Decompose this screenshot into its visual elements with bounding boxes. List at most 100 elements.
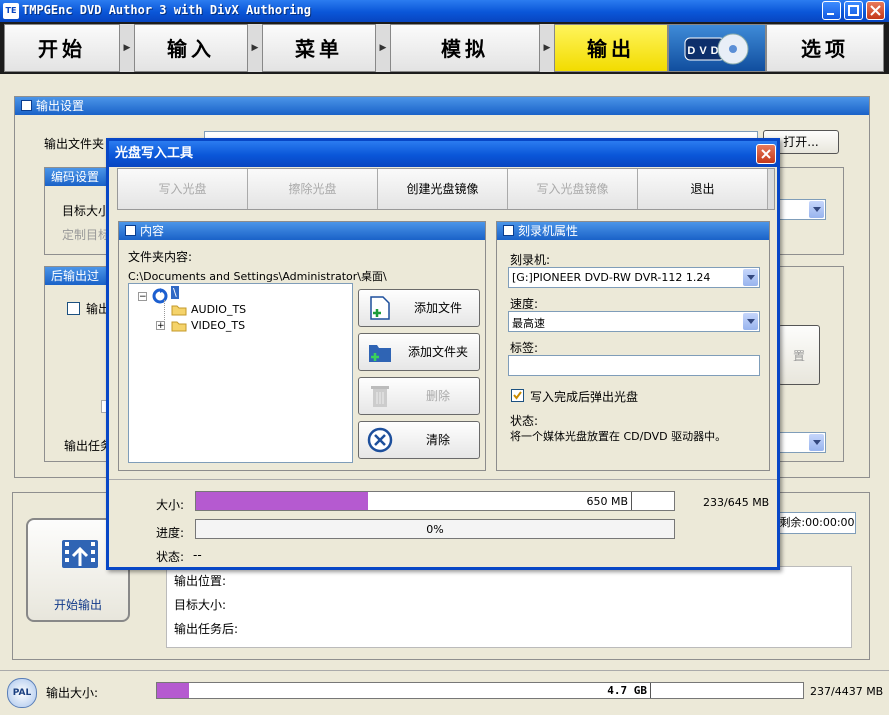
disc-writer-dialog: 光盘写入工具 写入光盘 擦除光盘 创建光盘镜像 写入光盘镜像 退出 内容 文件夹…	[106, 138, 780, 570]
content-title: 内容	[119, 222, 485, 240]
folder-icon	[171, 305, 187, 316]
encode-settings-title: 编码设置	[45, 168, 111, 186]
target-size-combo[interactable]	[776, 199, 826, 220]
dialog-title: 光盘写入工具	[109, 141, 777, 167]
add-file-label: 添加文件	[413, 301, 462, 315]
write-image-button[interactable]: 写入光盘镜像	[508, 169, 638, 209]
settings-button[interactable]: 置	[778, 325, 820, 385]
size-capacity-label: 650 MB	[586, 495, 628, 508]
output-task-combo[interactable]	[776, 432, 826, 453]
add-file-button[interactable]: 添加文件	[358, 289, 480, 327]
total-mb-label: 237/4437 MB	[810, 685, 884, 698]
burner-select[interactable]: [G:]PIONEER DVD-RW DVR-112 1.24	[508, 267, 760, 288]
burner-label: 刻录机:	[510, 253, 551, 267]
output-task-label: 输出任务	[64, 439, 113, 453]
eject-label: 写入完成后弹出光盘	[530, 390, 639, 404]
folder-icon	[171, 321, 187, 332]
window-title: TMPGEnc DVD Author 3 with DivX Authoring	[22, 3, 311, 17]
burner-dropdown-icon[interactable]	[743, 269, 758, 286]
minimize-icon	[827, 13, 834, 15]
close-icon	[761, 149, 771, 159]
tree-root[interactable]: \	[171, 286, 179, 299]
tree-collapse-icon[interactable]: −	[138, 292, 147, 302]
progress-bar: 0%	[195, 519, 675, 539]
folder-tree[interactable]: − \ AUDIO_TS + VIDEO_TS	[128, 283, 353, 463]
total-size-bar: 4.7 GB	[156, 682, 804, 699]
eject-checkbox[interactable]	[511, 389, 524, 402]
step-options[interactable]: 选项	[766, 24, 884, 72]
create-image-button[interactable]: 创建光盘镜像	[378, 169, 508, 209]
delete-label: 删除	[425, 389, 450, 403]
speed-select[interactable]: 最高速	[508, 311, 760, 332]
tree-expand-icon[interactable]: +	[156, 321, 165, 331]
start-output-label: 开始输出	[53, 598, 102, 612]
remaining-time: 剩余:00:00:00	[778, 512, 856, 534]
tree-item-video-ts[interactable]: VIDEO_TS	[191, 319, 245, 332]
step-preview[interactable]: 模拟	[390, 24, 540, 72]
step-input[interactable]: 输入	[134, 24, 248, 72]
film-output-icon	[62, 540, 98, 568]
trash-icon	[371, 386, 389, 407]
size-mb-label: 233/645 MB	[703, 496, 770, 509]
delete-button[interactable]: 删除	[358, 377, 480, 415]
close-button[interactable]	[866, 1, 885, 20]
folder-path: C:\Documents and Settings\Administrator\…	[128, 270, 387, 283]
pal-badge: PAL	[7, 678, 37, 708]
add-file-icon	[370, 296, 390, 320]
size-label: 大小:	[156, 498, 185, 512]
burner-status-text: 将一个媒体光盘放置在 CD/DVD 驱动器中。	[510, 430, 727, 443]
step-arrow-icon: ▶	[120, 24, 134, 72]
post-output-title: 后输出过	[45, 267, 111, 285]
progress-label: 进度:	[156, 526, 185, 540]
minimize-button[interactable]	[822, 1, 841, 20]
folder-content-label: 文件夹内容:	[128, 250, 193, 264]
divider	[109, 479, 777, 480]
add-folder-button[interactable]: 添加文件夹	[358, 333, 480, 371]
burner-value: [G:]PIONEER DVD-RW DVR-112 1.24	[512, 271, 711, 284]
speed-dropdown-icon[interactable]	[743, 313, 758, 330]
maximize-button[interactable]	[844, 1, 863, 20]
step-arrow-icon: ▶	[376, 24, 390, 72]
checkmark-icon	[513, 391, 522, 400]
target-size-label: 目标大小	[62, 204, 111, 218]
state-value: --	[193, 548, 202, 562]
burner-properties-title: 刻录机属性	[497, 222, 769, 240]
erase-disc-button[interactable]: 擦除光盘	[248, 169, 378, 209]
progress-text: 0%	[426, 523, 444, 536]
speed-value: 最高速	[512, 317, 545, 330]
step-start[interactable]: 开始	[4, 24, 120, 72]
clear-label: 清除	[425, 433, 450, 447]
output-checkbox[interactable]	[67, 302, 80, 315]
disc-label-input[interactable]	[508, 355, 760, 376]
tree-item-audio-ts[interactable]: AUDIO_TS	[191, 303, 246, 316]
clear-x-icon	[367, 427, 393, 453]
svg-text:DVD: DVD	[687, 45, 722, 57]
state-label: 状态:	[156, 550, 185, 564]
custom-target-label: 定制目标	[62, 228, 111, 242]
step-arrow-icon: ▶	[540, 24, 554, 72]
total-size-label: 输出大小:	[46, 686, 99, 700]
step-navigation: 开始 ▶ 输入 ▶ 菜单 ▶ 模拟 ▶ 输出 DVD 选项	[0, 22, 889, 74]
maximize-icon	[848, 5, 859, 16]
burner-status-label: 状态:	[510, 414, 539, 428]
app-icon: TE	[3, 3, 19, 19]
step-arrow-icon: ▶	[248, 24, 262, 72]
total-capacity-label: 4.7 GB	[607, 684, 647, 697]
output-settings-title: 输出设置	[15, 97, 869, 115]
output-folder-label: 输出文件夹	[44, 137, 105, 151]
step-dvd[interactable]: DVD	[668, 24, 766, 72]
after-task-label: 输出任务后:	[174, 622, 239, 636]
output-location-label: 输出位置:	[174, 574, 227, 588]
exit-button[interactable]: 退出	[638, 169, 768, 209]
disc-label-label: 标签:	[510, 341, 539, 355]
add-folder-label: 添加文件夹	[407, 345, 468, 359]
clear-button[interactable]: 清除	[358, 421, 480, 459]
dvd-disc-icon: DVD	[684, 33, 749, 65]
output-info-box	[166, 566, 852, 648]
speed-label: 速度:	[510, 297, 539, 311]
size-bar: 650 MB	[195, 491, 675, 511]
step-output[interactable]: 输出	[554, 24, 668, 72]
dialog-close-button[interactable]	[756, 144, 776, 164]
step-menu[interactable]: 菜单	[262, 24, 376, 72]
write-disc-button[interactable]: 写入光盘	[118, 169, 248, 209]
